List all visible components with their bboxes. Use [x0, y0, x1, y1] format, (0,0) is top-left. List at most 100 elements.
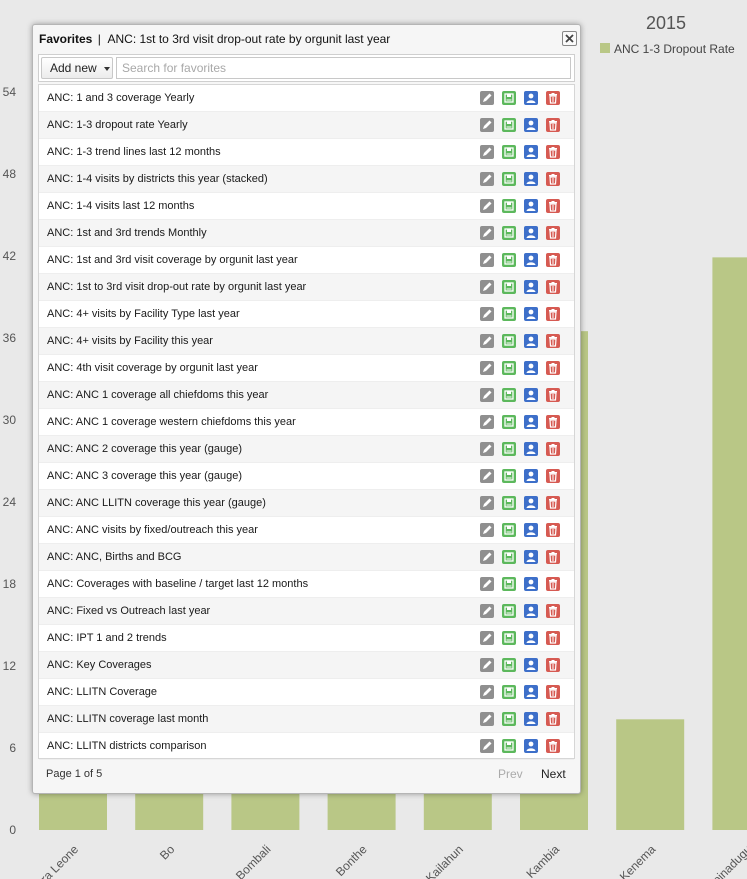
rename-button[interactable] [480, 658, 494, 672]
delete-button[interactable] [546, 550, 560, 564]
rename-button[interactable] [480, 361, 494, 375]
overwrite-button[interactable] [502, 172, 516, 186]
favorite-row[interactable]: ANC: Key Coverages [39, 652, 574, 679]
delete-button[interactable] [546, 388, 560, 402]
share-button[interactable] [524, 253, 538, 267]
delete-button[interactable] [546, 631, 560, 645]
share-button[interactable] [524, 658, 538, 672]
share-button[interactable] [524, 145, 538, 159]
add-new-button[interactable]: Add new [41, 57, 113, 79]
delete-button[interactable] [546, 253, 560, 267]
delete-button[interactable] [546, 361, 560, 375]
favorite-row[interactable]: ANC: LLITN Coverage [39, 679, 574, 706]
share-button[interactable] [524, 199, 538, 213]
bar[interactable] [39, 789, 107, 830]
favorite-name[interactable]: ANC: 4th visit coverage by orgunit last … [47, 355, 258, 381]
favorite-row[interactable]: ANC: LLITN coverage last month [39, 706, 574, 733]
bar[interactable] [231, 789, 300, 830]
overwrite-button[interactable] [502, 253, 516, 267]
delete-button[interactable] [546, 118, 560, 132]
delete-button[interactable] [546, 712, 560, 726]
favorite-row[interactable]: ANC: 4+ visits by Facility this year [39, 328, 574, 355]
rename-button[interactable] [480, 442, 494, 456]
overwrite-button[interactable] [502, 280, 516, 294]
favorite-name[interactable]: ANC: ANC 1 coverage all chiefdoms this y… [47, 382, 268, 408]
delete-button[interactable] [546, 577, 560, 591]
overwrite-button[interactable] [502, 631, 516, 645]
rename-button[interactable] [480, 145, 494, 159]
share-button[interactable] [524, 577, 538, 591]
overwrite-button[interactable] [502, 577, 516, 591]
favorite-row[interactable]: ANC: 4th visit coverage by orgunit last … [39, 355, 574, 382]
favorite-name[interactable]: ANC: 1-3 trend lines last 12 months [47, 139, 221, 165]
favorite-name[interactable]: ANC: 1st to 3rd visit drop-out rate by o… [47, 274, 306, 300]
favorite-row[interactable]: ANC: 1-3 dropout rate Yearly [39, 112, 574, 139]
overwrite-button[interactable] [502, 496, 516, 510]
favorite-name[interactable]: ANC: ANC, Births and BCG [47, 544, 182, 570]
share-button[interactable] [524, 550, 538, 564]
legend-label[interactable]: ANC 1-3 Dropout Rate [614, 42, 735, 56]
favorite-name[interactable]: ANC: Coverages with baseline / target la… [47, 571, 308, 597]
favorite-row[interactable]: ANC: ANC 3 coverage this year (gauge) [39, 463, 574, 490]
rename-button[interactable] [480, 280, 494, 294]
favorite-name[interactable]: ANC: LLITN districts comparison [47, 733, 207, 759]
share-button[interactable] [524, 172, 538, 186]
favorite-row[interactable]: ANC: 4+ visits by Facility Type last yea… [39, 301, 574, 328]
share-button[interactable] [524, 604, 538, 618]
rename-button[interactable] [480, 577, 494, 591]
overwrite-button[interactable] [502, 91, 516, 105]
favorite-row[interactable]: ANC: ANC visits by fixed/outreach this y… [39, 517, 574, 544]
delete-button[interactable] [546, 739, 560, 753]
share-button[interactable] [524, 469, 538, 483]
favorite-name[interactable]: ANC: 1st and 3rd visit coverage by orgun… [47, 247, 298, 273]
overwrite-button[interactable] [502, 226, 516, 240]
delete-button[interactable] [546, 226, 560, 240]
share-button[interactable] [524, 631, 538, 645]
favorite-name[interactable]: ANC: 1-3 dropout rate Yearly [47, 112, 188, 138]
rename-button[interactable] [480, 685, 494, 699]
delete-button[interactable] [546, 415, 560, 429]
overwrite-button[interactable] [502, 523, 516, 537]
share-button[interactable] [524, 388, 538, 402]
rename-button[interactable] [480, 253, 494, 267]
favorite-name[interactable]: ANC: 1 and 3 coverage Yearly [47, 85, 194, 111]
bar[interactable] [327, 789, 396, 830]
overwrite-button[interactable] [502, 712, 516, 726]
overwrite-button[interactable] [502, 604, 516, 618]
search-input[interactable] [116, 57, 571, 79]
rename-button[interactable] [480, 469, 494, 483]
overwrite-button[interactable] [502, 442, 516, 456]
rename-button[interactable] [480, 118, 494, 132]
favorite-row[interactable]: ANC: ANC 2 coverage this year (gauge) [39, 436, 574, 463]
overwrite-button[interactable] [502, 334, 516, 348]
overwrite-button[interactable] [502, 118, 516, 132]
share-button[interactable] [524, 442, 538, 456]
share-button[interactable] [524, 118, 538, 132]
rename-button[interactable] [480, 199, 494, 213]
share-button[interactable] [524, 496, 538, 510]
prev-button[interactable]: Prev [498, 760, 523, 788]
overwrite-button[interactable] [502, 361, 516, 375]
share-button[interactable] [524, 361, 538, 375]
favorite-row[interactable]: ANC: 1st and 3rd visit coverage by orgun… [39, 247, 574, 274]
delete-button[interactable] [546, 280, 560, 294]
rename-button[interactable] [480, 307, 494, 321]
favorite-row[interactable]: ANC: LLITN districts comparison [39, 733, 574, 760]
rename-button[interactable] [480, 91, 494, 105]
rename-button[interactable] [480, 739, 494, 753]
overwrite-button[interactable] [502, 145, 516, 159]
delete-button[interactable] [546, 685, 560, 699]
delete-button[interactable] [546, 145, 560, 159]
favorite-name[interactable]: ANC: 4+ visits by Facility this year [47, 328, 213, 354]
rename-button[interactable] [480, 712, 494, 726]
favorite-row[interactable]: ANC: Coverages with baseline / target la… [39, 571, 574, 598]
favorite-row[interactable]: ANC: 1 and 3 coverage Yearly [39, 85, 574, 112]
favorite-name[interactable]: ANC: Fixed vs Outreach last year [47, 598, 210, 624]
rename-button[interactable] [480, 415, 494, 429]
overwrite-button[interactable] [502, 307, 516, 321]
delete-button[interactable] [546, 334, 560, 348]
rename-button[interactable] [480, 631, 494, 645]
overwrite-button[interactable] [502, 658, 516, 672]
rename-button[interactable] [480, 550, 494, 564]
share-button[interactable] [524, 415, 538, 429]
